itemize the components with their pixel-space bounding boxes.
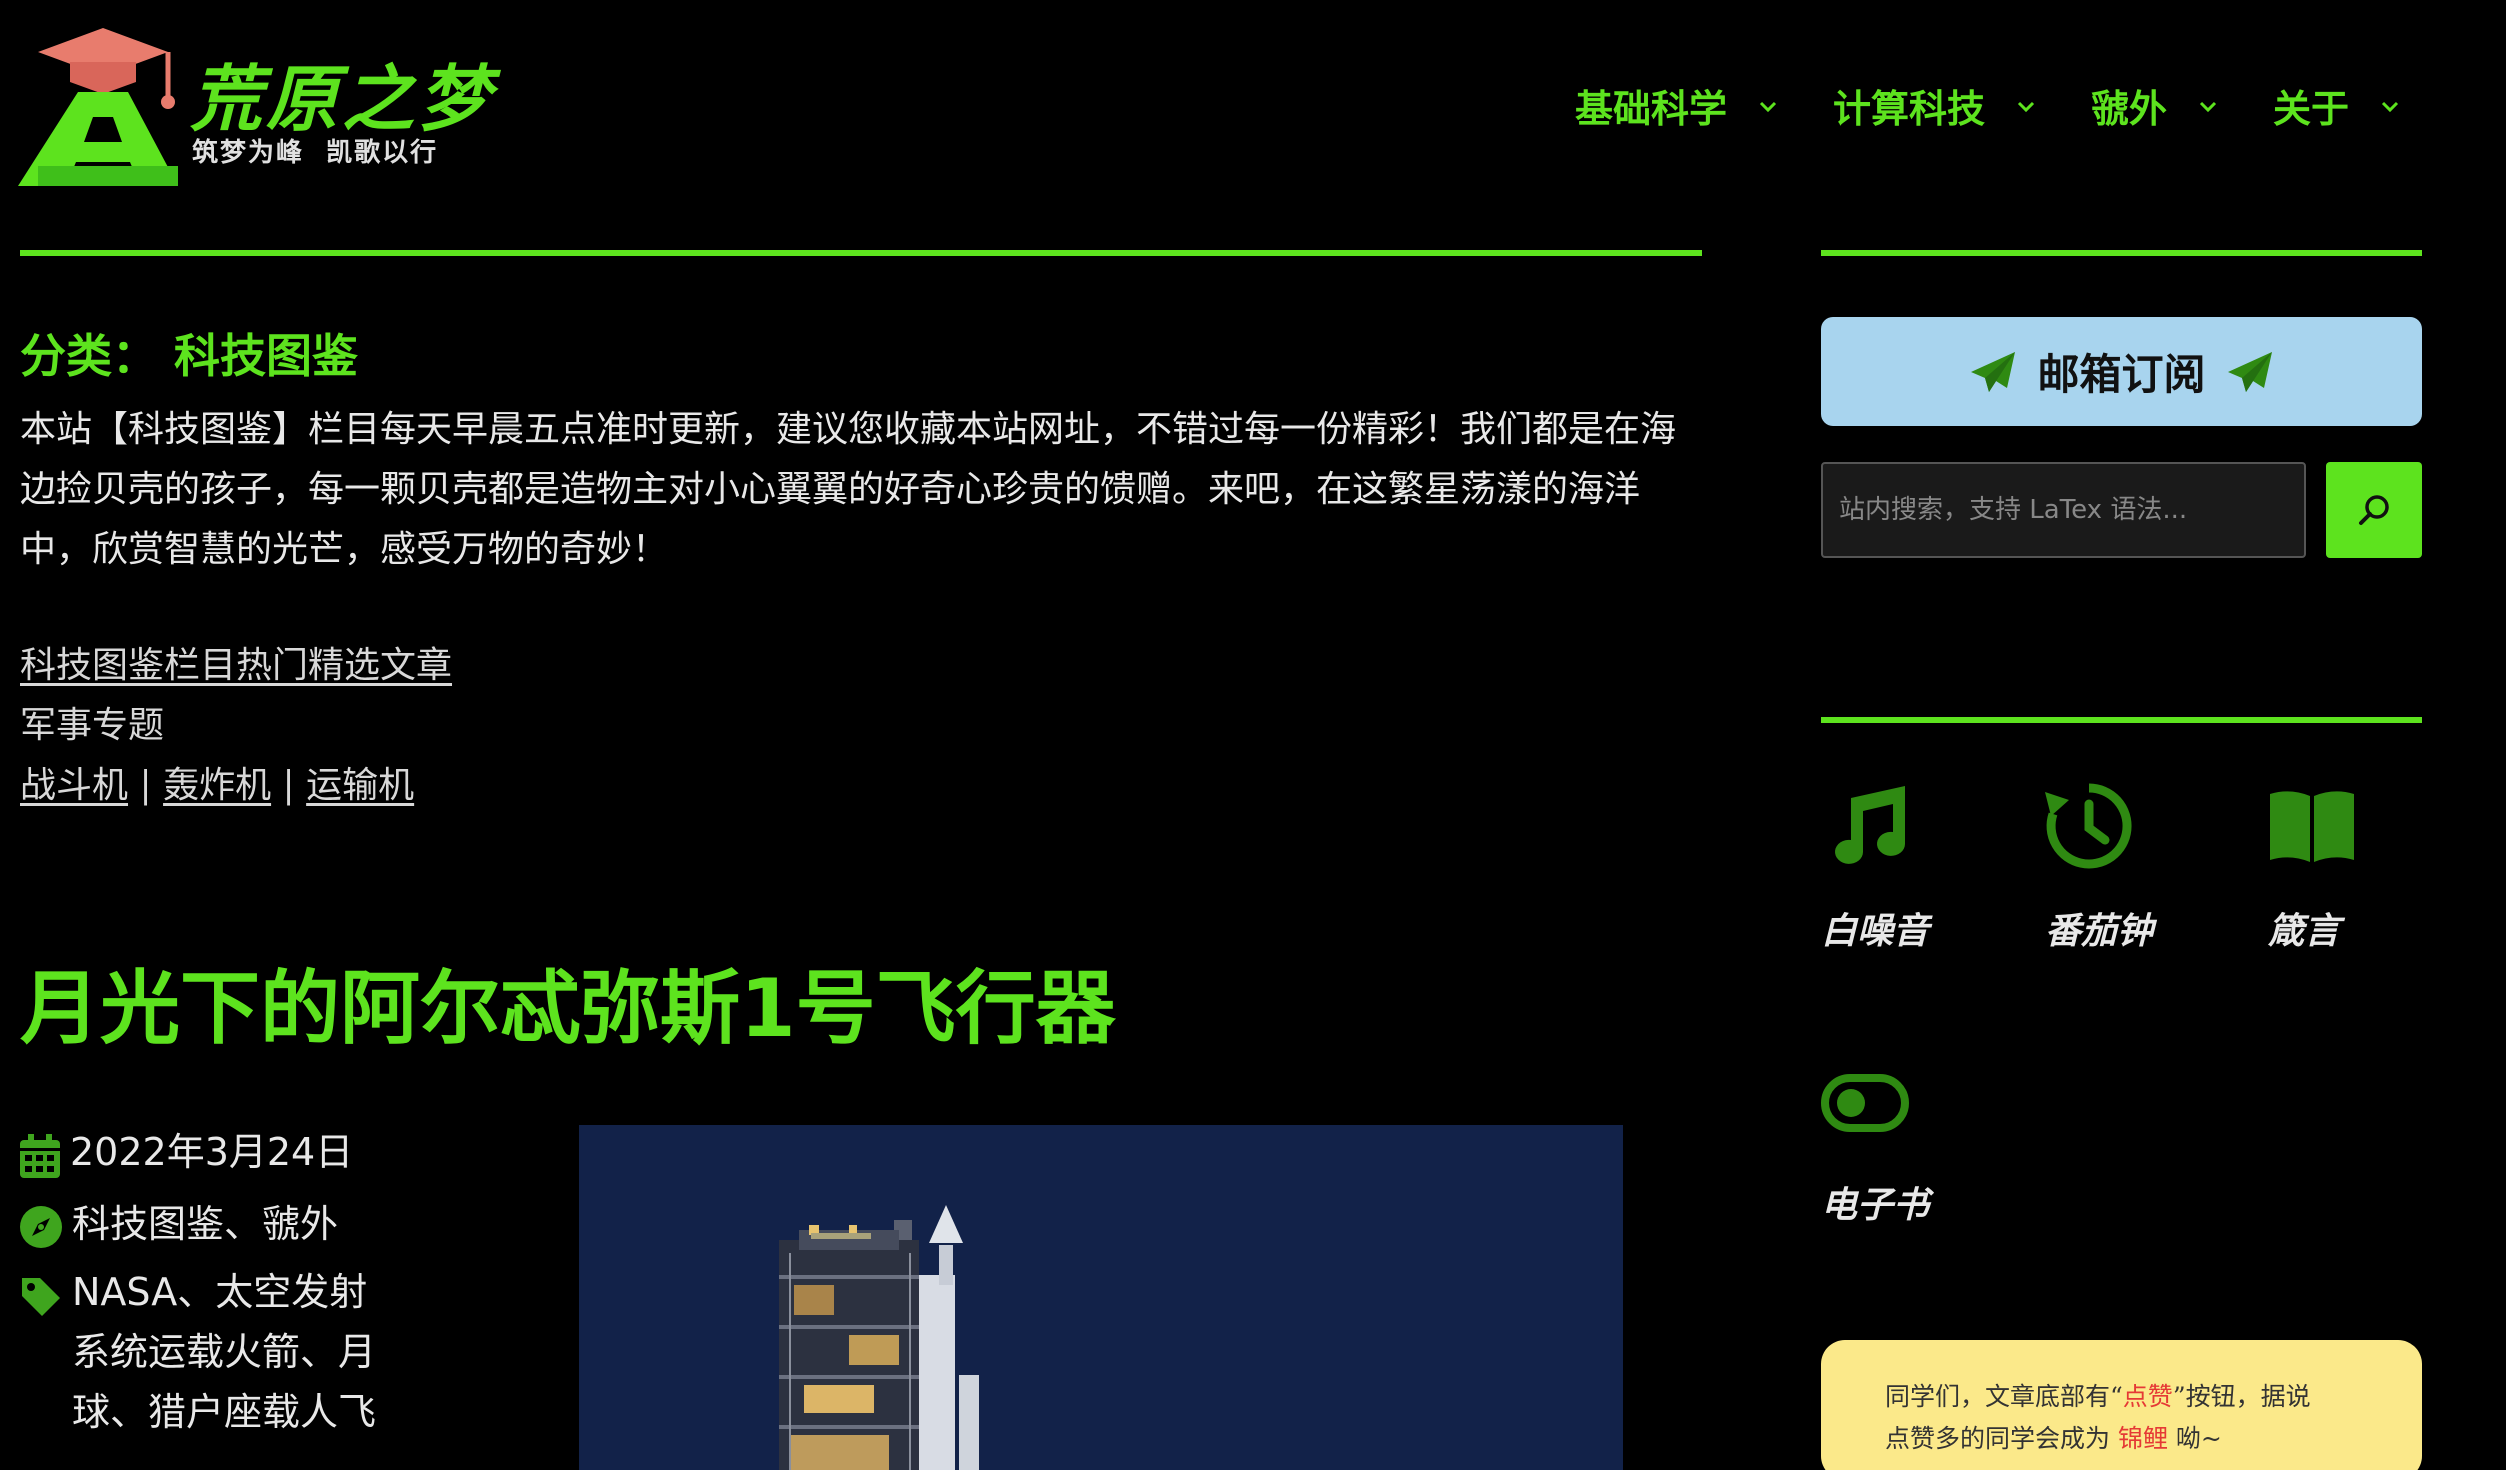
notice-text: 呦~ — [2167, 1424, 2222, 1453]
like-notice-card: 同学们，文章底部有“点赞”按钮，据说 点赞多的同学会成为 锦鲤 呦~ — [1821, 1340, 2422, 1470]
nav-item-about[interactable]: 关于 — [2273, 78, 2401, 133]
open-book-icon — [2270, 791, 2354, 862]
nav-label: 虢外 — [2091, 87, 2168, 131]
nav-label: 关于 — [2273, 87, 2350, 131]
featured-articles-link[interactable]: 科技图鉴栏目热门精选文章 — [20, 645, 452, 686]
topic-link-transport[interactable]: 运输机 — [306, 765, 414, 806]
chevron-down-icon — [2017, 101, 2035, 112]
search-icon — [2359, 495, 2389, 525]
topic-label: 军事专题 — [20, 705, 165, 746]
tool-label: 白噪音 — [1821, 910, 1930, 952]
post-tags[interactable]: NASA、太空发射系统运载火箭、月球、猎户座载人飞 — [72, 1262, 400, 1442]
launch-tower-night-image — [579, 1125, 1623, 1470]
post-tags-row: NASA、太空发射系统运载火箭、月球、猎户座载人飞 — [20, 1270, 400, 1442]
notice-line-1: 同学们，文章底部有“点赞”按钮，据说 — [1885, 1376, 2382, 1418]
tool-proverbs[interactable]: 箴言 — [2268, 782, 2448, 954]
paper-plane-icon — [1971, 351, 2016, 392]
nav-item-basic-science[interactable]: 基础科学 — [1575, 78, 1779, 133]
nav-label: 基础科学 — [1575, 87, 1728, 131]
tool-label: 箴言 — [2268, 910, 2341, 952]
featured-image[interactable] — [579, 1125, 1623, 1470]
search-input[interactable] — [1821, 462, 2306, 558]
notice-line-2: 点赞多的同学会成为 锦鲤 呦~ — [1885, 1418, 2382, 1460]
separator: | — [139, 765, 152, 806]
post-date[interactable]: 2022年3月24日 — [70, 1130, 353, 1174]
site-logo[interactable]: 荒原之梦 筑梦为峰 凯歌以行 — [18, 22, 518, 192]
site-tagline: 筑梦为峰 凯歌以行 — [192, 138, 439, 168]
chevron-down-icon — [1759, 101, 1777, 112]
music-note-icon — [1835, 786, 1905, 864]
tool-label: 番茄钟 — [2045, 910, 2154, 952]
paper-plane-icon — [2227, 351, 2272, 392]
post-categories[interactable]: 科技图鉴、虢外 — [72, 1202, 338, 1246]
category-title: 分类： 科技图鉴 — [20, 329, 359, 383]
subscribe-label: 邮箱订阅 — [2037, 350, 2206, 399]
history-clock-icon — [2045, 783, 2132, 869]
notice-text: 点赞多的同学会成为 — [1885, 1424, 2118, 1453]
tool-pomodoro[interactable]: 番茄钟 — [2045, 782, 2225, 954]
calendar-icon — [20, 1134, 60, 1178]
mortarboard-a-logo-icon — [18, 28, 178, 186]
post-categories-row: 科技图鉴、虢外 — [20, 1202, 400, 1248]
tag-icon — [22, 1278, 60, 1316]
post-meta: 2022年3月24日 科技图鉴、虢外 NASA、太空发射系统运载火箭、月球、猎户… — [20, 1130, 400, 1466]
nav-item-extra[interactable]: 虢外 — [2091, 78, 2219, 133]
toggle-icon — [1821, 1074, 1909, 1132]
email-subscribe-button[interactable]: 邮箱订阅 — [1821, 317, 2422, 426]
compass-icon — [20, 1206, 62, 1248]
post-date-row: 2022年3月24日 — [20, 1130, 400, 1178]
tool-ebook[interactable]: 电子书 — [1821, 1074, 2001, 1228]
sidebar-divider-middle — [1821, 717, 2422, 723]
tool-white-noise[interactable]: 白噪音 — [1821, 782, 2001, 954]
notice-text: 同学们，文章底部有“ — [1885, 1382, 2123, 1411]
notice-text: ”按钮，据说 — [2172, 1382, 2311, 1411]
nav-item-computing[interactable]: 计算科技 — [1833, 78, 2037, 133]
post-title[interactable]: 月光下的阿尔忒弥斯1号飞行器 — [20, 944, 1116, 1060]
main-divider — [20, 250, 1702, 256]
topic-link-fighter[interactable]: 战斗机 — [20, 765, 128, 806]
notice-highlight-koi: 锦鲤 — [2117, 1424, 2168, 1453]
nav-label: 计算科技 — [1833, 87, 1986, 131]
category-links: 科技图鉴栏目热门精选文章 军事专题 战斗机 | 轰炸机 | 运输机 — [20, 636, 452, 816]
separator: | — [282, 765, 295, 806]
search-button[interactable] — [2326, 462, 2422, 558]
chevron-down-icon — [2199, 101, 2217, 112]
site-title: 荒原之梦 — [190, 57, 495, 141]
main-nav: 基础科学 计算科技 虢外 关于 — [1575, 78, 2455, 133]
topic-link-bomber[interactable]: 轰炸机 — [163, 765, 271, 806]
notice-highlight-like: 点赞 — [2122, 1382, 2173, 1411]
sidebar-divider-top — [1821, 250, 2422, 256]
tool-label: 电子书 — [1821, 1184, 1930, 1226]
chevron-down-icon — [2382, 101, 2399, 112]
category-intro: 本站【科技图鉴】栏目每天早晨五点准时更新，建议您收藏本站网址，不错过每一份精彩！… — [20, 409, 1677, 570]
